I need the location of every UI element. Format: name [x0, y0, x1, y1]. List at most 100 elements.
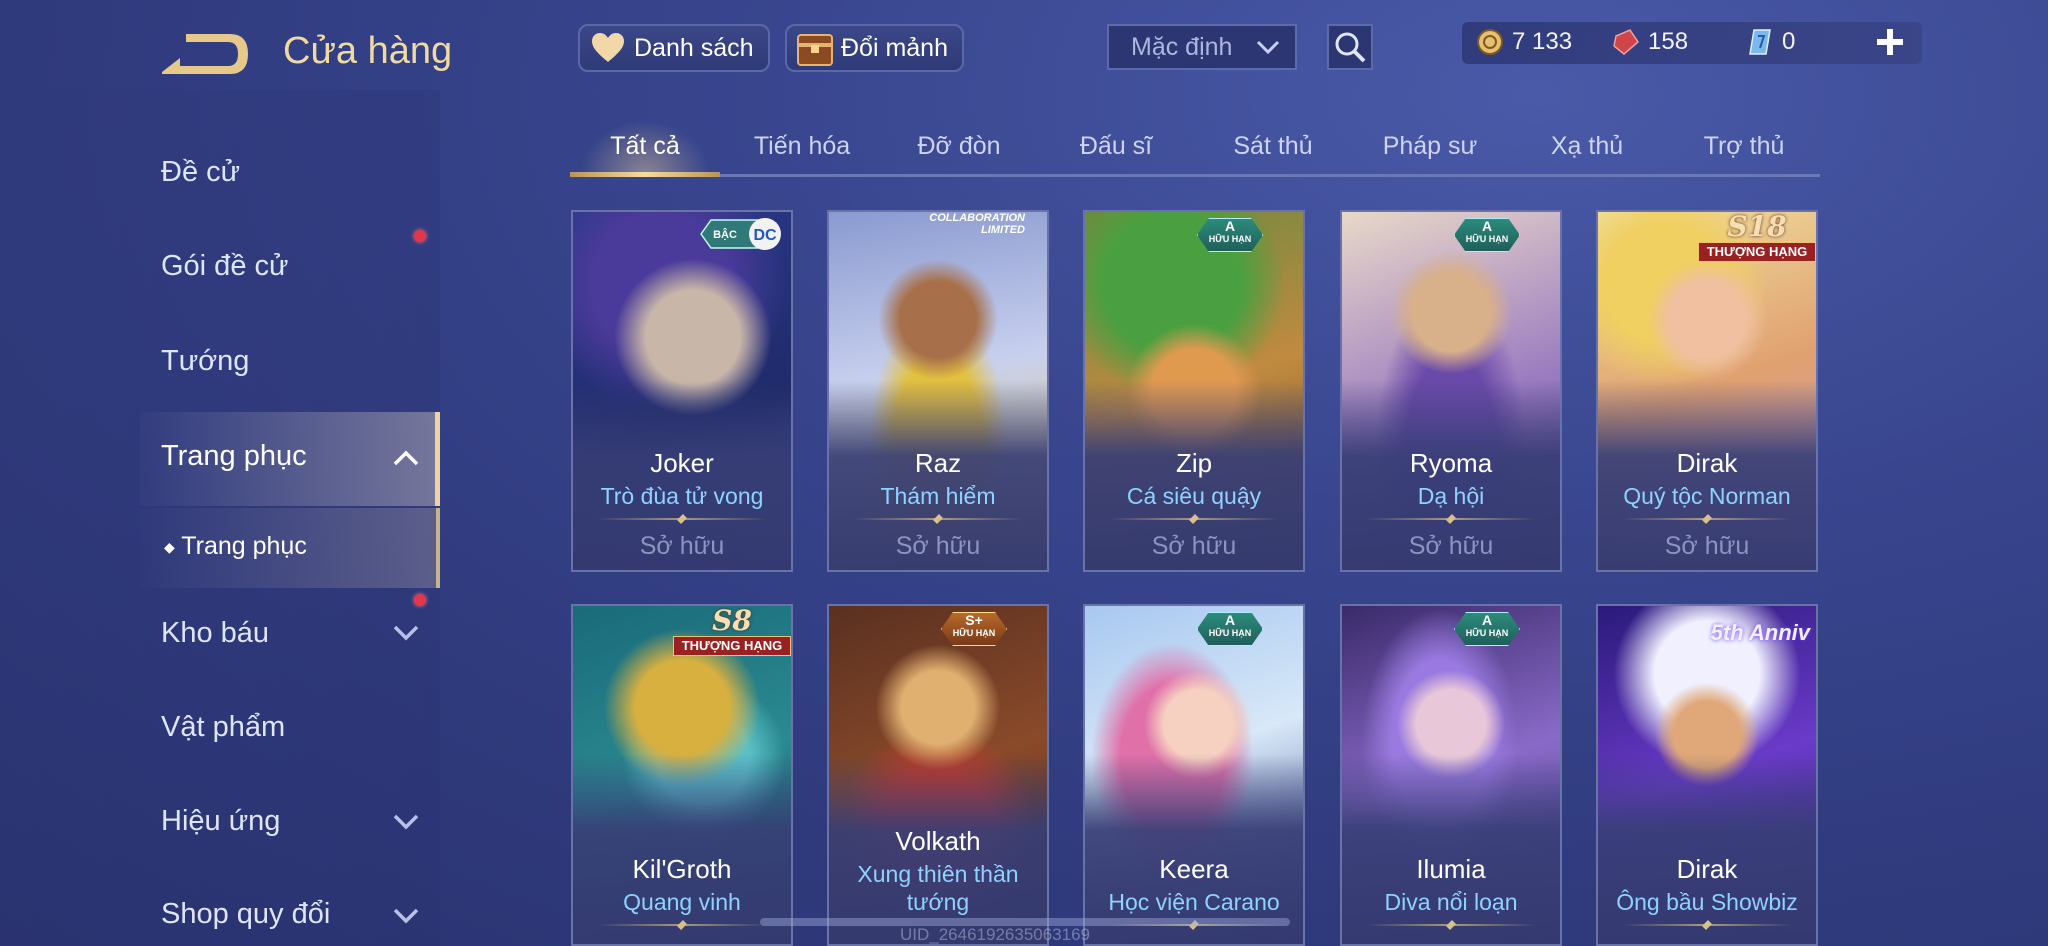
hero-name: Dirak — [1676, 448, 1738, 478]
tier-badge: A HỮU HẠN — [1454, 612, 1520, 646]
svg-text:BẬC: BẬC — [713, 228, 737, 241]
skin-card[interactable]: S18 THƯỢNG HẠNG Dirak Quý tộc Norman Sở h… — [1596, 210, 1818, 572]
card-divider — [1622, 924, 1792, 926]
exchange-button[interactable]: Đổi mảnh — [785, 24, 964, 72]
notification-dot — [414, 230, 426, 242]
sidebar-item-recommended-packs[interactable]: Gói đề cử — [161, 250, 288, 283]
diamond-value: 0 — [1782, 28, 1796, 55]
hero-name: Ilumia — [1416, 854, 1486, 884]
add-currency-button[interactable] — [1870, 22, 1910, 62]
sidebar-item-skins[interactable]: Trang phục — [161, 440, 307, 473]
rank-badge: S18 THƯỢNG HẠNG — [1698, 212, 1816, 262]
tier-badge: DC BẬC — [695, 216, 785, 252]
skin-card[interactable]: 5th Anniv Dirak Ông bầu Showbiz — [1596, 604, 1818, 946]
sidebar-item-heroes[interactable]: Tướng — [161, 345, 249, 378]
skin-name: Xung thiên thần tướng — [857, 861, 1019, 915]
anniversary-badge: 5th Anniv — [1710, 620, 1810, 645]
tab-support[interactable]: Trợ thủ — [1669, 132, 1819, 161]
svg-text:DC: DC — [753, 227, 777, 244]
tabs-underline — [570, 174, 1820, 177]
user-id: UID_2646192635063169 — [900, 925, 1091, 944]
diamond-bullet-icon: ◆ — [164, 538, 175, 555]
page-title: Cửa hàng — [283, 30, 453, 72]
hero-name: Zip — [1175, 448, 1213, 478]
card-divider — [853, 518, 1023, 520]
tab-tank[interactable]: Đỡ đòn — [884, 132, 1034, 161]
currency-voucher: 158 — [1612, 28, 1688, 56]
hero-name: Volkath — [895, 826, 981, 856]
skin-card[interactable]: COLLABORATION LIMITED Raz Thám hiểm Sở hữ… — [827, 210, 1049, 572]
skin-card[interactable]: DC BẬC Joker Trò đùa tử vong Sở hữu — [571, 210, 793, 572]
skin-name: Thám hiểm — [880, 483, 996, 509]
hero-name: Kil'Groth — [632, 854, 732, 884]
sidebar-item-recommended[interactable]: Đề cử — [161, 156, 240, 189]
skin-card[interactable]: A HỮU HẠN Zip Cá siêu quậy Sở hữu — [1083, 210, 1305, 572]
card-divider — [1366, 518, 1536, 520]
plus-icon — [1877, 29, 1903, 55]
voucher-value: 158 — [1648, 28, 1689, 55]
sidebar-item-effects[interactable]: Hiệu ứng — [161, 805, 280, 838]
search-button[interactable] — [1327, 24, 1373, 70]
skin-card[interactable]: S8 THƯỢNG HẠNG Kil'Groth Quang vinh — [571, 604, 793, 946]
sidebar-item-treasure[interactable]: Kho báu — [161, 617, 269, 650]
heart-icon — [588, 28, 628, 68]
tier-badge: A HỮU HẠN — [1197, 612, 1263, 646]
back-button[interactable] — [158, 28, 250, 78]
skin-card[interactable]: A HỮU HẠN Keera Học viện Carano — [1083, 604, 1305, 946]
chevron-down-icon — [393, 625, 419, 641]
rank-badge: S8 THƯỢNG HẠNG — [673, 606, 791, 656]
card-divider — [1622, 518, 1792, 520]
sidebar-subitem-skins[interactable]: ◆ Trang phục — [164, 532, 307, 561]
currency-coin: 7 133 — [1476, 28, 1572, 56]
wishlist-label: Danh sách — [634, 33, 754, 62]
chevron-down-icon — [1256, 40, 1280, 55]
owned-status: Sở hữu — [639, 532, 725, 560]
chevron-up-icon — [393, 450, 419, 466]
skin-name: Học viện Carano — [1108, 889, 1280, 915]
hero-name: Dirak — [1676, 854, 1738, 884]
skin-card[interactable]: A HỮU HẠN Ilumia Diva nổi loạn — [1340, 604, 1562, 946]
card-divider — [1366, 924, 1536, 926]
chevron-down-icon — [393, 814, 419, 830]
skin-name: Dạ hội — [1417, 483, 1485, 509]
tab-marksman[interactable]: Xạ thủ — [1512, 132, 1662, 161]
chevron-down-icon — [393, 908, 419, 924]
skin-name: Cá siêu quậy — [1126, 483, 1262, 509]
sidebar-item-exchange-shop[interactable]: Shop quy đổi — [161, 898, 330, 931]
sort-value: Mặc định — [1131, 32, 1233, 61]
sidebar-item-items[interactable]: Vật phẩm — [161, 711, 285, 744]
sort-dropdown[interactable]: Mặc định — [1107, 24, 1297, 70]
tab-all[interactable]: Tất cả — [570, 132, 720, 161]
hero-name: Joker — [650, 448, 714, 478]
tier-badge: A HỮU HẠN — [1197, 218, 1263, 252]
collab-badge: COLLABORATION LIMITED — [929, 212, 1025, 236]
currency-diamond: 0 — [1746, 28, 1795, 56]
search-icon — [1335, 32, 1366, 63]
skin-name: Trò đùa tử vong — [600, 483, 764, 509]
skin-name: Quang vinh — [623, 889, 741, 915]
gold-coin-icon — [1477, 29, 1503, 55]
owned-status: Sở hữu — [1151, 532, 1237, 560]
hero-name: Ryoma — [1409, 448, 1493, 478]
skin-name: Quý tộc Norman — [1623, 483, 1791, 509]
owned-status: Sở hữu — [1408, 532, 1494, 560]
tab-assassin[interactable]: Sát thủ — [1198, 132, 1348, 161]
red-voucher-icon — [1613, 29, 1639, 55]
back-arrow-icon — [162, 34, 248, 74]
skin-card[interactable]: S+ HỮU HẠN Volkath Xung thiên thần tướng — [827, 604, 1049, 946]
tab-evolution[interactable]: Tiến hóa — [727, 132, 877, 161]
tier-badge: S+ HỮU HẠN — [941, 612, 1007, 646]
notification-dot — [414, 594, 426, 606]
tab-active-indicator — [570, 172, 720, 177]
card-divider — [597, 924, 767, 926]
sidebar-subitem-label: Trang phục — [181, 532, 307, 560]
tab-fighter[interactable]: Đấu sĩ — [1041, 132, 1191, 161]
skin-name: Diva nổi loạn — [1384, 889, 1518, 915]
tab-mage[interactable]: Pháp sư — [1355, 132, 1505, 161]
blue-crystal-icon — [1749, 29, 1771, 55]
owned-status: Sở hữu — [1664, 532, 1750, 560]
wishlist-button[interactable]: Danh sách — [578, 24, 770, 72]
skin-card[interactable]: A HỮU HẠN Ryoma Dạ hội Sở hữu — [1340, 210, 1562, 572]
tier-badge: A HỮU HẠN — [1454, 218, 1520, 252]
skin-name: Ông bầu Showbiz — [1616, 889, 1798, 915]
